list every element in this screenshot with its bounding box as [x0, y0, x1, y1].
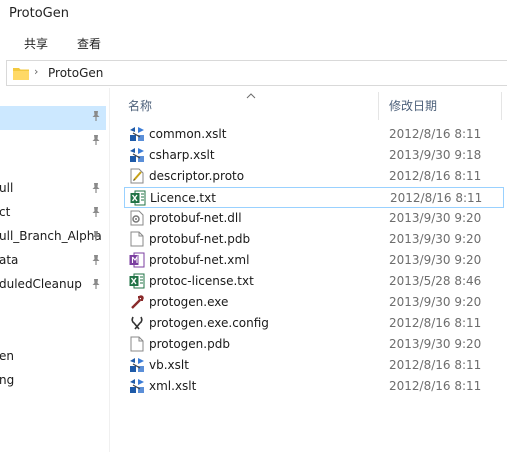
- tab-share[interactable]: 共享: [24, 35, 48, 52]
- sidebar-item-label: ng: [0, 373, 15, 387]
- file-row[interactable]: common.xslt 2012/8/16 8:11: [124, 124, 504, 145]
- file-list: 名称 修改日期 common.xslt 2012/8/16 8:11 csharp.…: [112, 88, 507, 452]
- file-name: protobuf-net.pdb: [149, 232, 251, 246]
- sidebar-item-label: duledCleanup: [0, 277, 82, 291]
- xslt-icon: [129, 126, 145, 142]
- file-name: common.xslt: [149, 127, 227, 141]
- sidebar-item[interactable]: [0, 107, 106, 127]
- sidebar-item-label: ata: [0, 253, 19, 267]
- file-name: protogen.pdb: [149, 337, 230, 351]
- sidebar-item[interactable]: [0, 131, 106, 151]
- pin-icon[interactable]: [91, 230, 101, 245]
- file-name: protoc-license.txt: [149, 274, 254, 288]
- file-date-modified: 2012/8/16 8:11: [389, 169, 482, 183]
- pin-icon[interactable]: [91, 110, 101, 125]
- address-bar[interactable]: › ProtoGen: [6, 60, 507, 86]
- xml-icon: [129, 252, 145, 268]
- column-header-date-modified[interactable]: 修改日期: [389, 97, 437, 114]
- file-row[interactable]: vb.xslt 2012/8/16 8:11: [124, 355, 504, 376]
- file-date-modified: 2013/9/30 9:20: [389, 211, 482, 225]
- file-row[interactable]: protogen.pdb 2013/9/30 9:20: [124, 334, 504, 355]
- column-header-name[interactable]: 名称: [128, 97, 152, 114]
- pin-icon[interactable]: [91, 134, 101, 149]
- file-row[interactable]: protoc-license.txt 2013/5/28 8:46: [124, 271, 504, 292]
- file-row[interactable]: protobuf-net.pdb 2013/9/30 9:20: [124, 229, 504, 250]
- file-row[interactable]: xml.xslt 2012/8/16 8:11: [124, 376, 504, 397]
- file-name: vb.xslt: [149, 358, 189, 372]
- navigation-pane: ull ct ull_Branch_Alphaata duledCleanup en ng: [0, 88, 110, 452]
- sort-ascending-icon: [246, 88, 256, 102]
- config-icon: [129, 315, 145, 331]
- file-name: protobuf-net.dll: [149, 211, 242, 225]
- sidebar-item-label: ct: [0, 205, 11, 219]
- tab-view[interactable]: 查看: [77, 35, 101, 52]
- excel-icon: [129, 273, 145, 289]
- sidebar-item-label: en: [0, 349, 14, 363]
- dll-icon: [129, 210, 145, 226]
- sidebar-item-label: ull_Branch_Alpha: [0, 229, 102, 243]
- sidebar-item[interactable]: ull_Branch_Alpha: [0, 227, 106, 247]
- file-date-modified: 2012/8/16 8:11: [389, 316, 482, 330]
- folder-icon: [13, 66, 29, 83]
- file-name: protobuf-net.xml: [149, 253, 250, 267]
- sidebar-item[interactable]: en: [0, 347, 106, 367]
- sidebar-item[interactable]: duledCleanup: [0, 275, 106, 295]
- file-row[interactable]: protogen.exe 2013/9/30 9:20: [124, 292, 504, 313]
- file-date-modified: 2012/8/16 8:11: [389, 127, 482, 141]
- breadcrumb-protogen[interactable]: ProtoGen: [48, 66, 103, 80]
- file-row[interactable]: descriptor.proto 2012/8/16 8:11: [124, 166, 504, 187]
- file-icon: [129, 231, 145, 247]
- pin-icon[interactable]: [91, 254, 101, 269]
- proto-file-icon: [129, 168, 145, 184]
- column-divider[interactable]: [501, 92, 502, 120]
- sidebar-item[interactable]: ct: [0, 203, 106, 223]
- file-name: protogen.exe.config: [149, 316, 269, 330]
- excel-icon: [130, 190, 146, 206]
- file-date-modified: 2013/9/30 9:18: [389, 148, 482, 162]
- file-row[interactable]: protobuf-net.dll 2013/9/30 9:20: [124, 208, 504, 229]
- xslt-icon: [129, 147, 145, 163]
- window-title: ProtoGen: [9, 6, 69, 21]
- file-row[interactable]: csharp.xslt 2013/9/30 9:18: [124, 145, 504, 166]
- pin-icon[interactable]: [91, 182, 101, 197]
- file-row[interactable]: protogen.exe.config 2012/8/16 8:11: [124, 313, 504, 334]
- xslt-icon: [129, 378, 145, 394]
- file-name: protogen.exe: [149, 295, 229, 309]
- file-date-modified: 2013/5/28 8:46: [389, 274, 482, 288]
- sidebar-item-label: ull: [0, 181, 14, 195]
- file-date-modified: 2013/9/30 9:20: [389, 253, 482, 267]
- file-name: csharp.xslt: [149, 148, 215, 162]
- pin-icon[interactable]: [91, 278, 101, 293]
- sidebar-item[interactable]: [0, 304, 106, 324]
- ribbon-tabs: 共享 查看: [0, 28, 507, 54]
- exe-icon: [129, 294, 145, 310]
- file-date-modified: 2012/8/16 8:11: [389, 358, 482, 372]
- file-name: Licence.txt: [150, 191, 216, 205]
- file-row[interactable]: Licence.txt 2012/8/16 8:11: [124, 187, 504, 208]
- xslt-icon: [129, 357, 145, 373]
- file-date-modified: 2013/9/30 9:20: [389, 232, 482, 246]
- file-name: descriptor.proto: [149, 169, 245, 183]
- file-date-modified: 2012/8/16 8:11: [389, 379, 482, 393]
- title-bar: ProtoGen: [0, 0, 507, 28]
- sidebar-item[interactable]: ull: [0, 179, 106, 199]
- file-name: xml.xslt: [149, 379, 197, 393]
- chevron-right-icon: ›: [34, 65, 39, 78]
- pin-icon[interactable]: [91, 206, 101, 221]
- file-date-modified: 2013/9/30 9:20: [389, 295, 482, 309]
- column-divider[interactable]: [378, 92, 379, 120]
- file-row[interactable]: protobuf-net.xml 2013/9/30 9:20: [124, 250, 504, 271]
- sidebar-item[interactable]: ata: [0, 251, 106, 271]
- file-date-modified: 2012/8/16 8:11: [390, 191, 483, 205]
- file-date-modified: 2013/9/30 9:20: [389, 337, 482, 351]
- file-icon: [129, 336, 145, 352]
- sidebar-item[interactable]: ng: [0, 371, 106, 391]
